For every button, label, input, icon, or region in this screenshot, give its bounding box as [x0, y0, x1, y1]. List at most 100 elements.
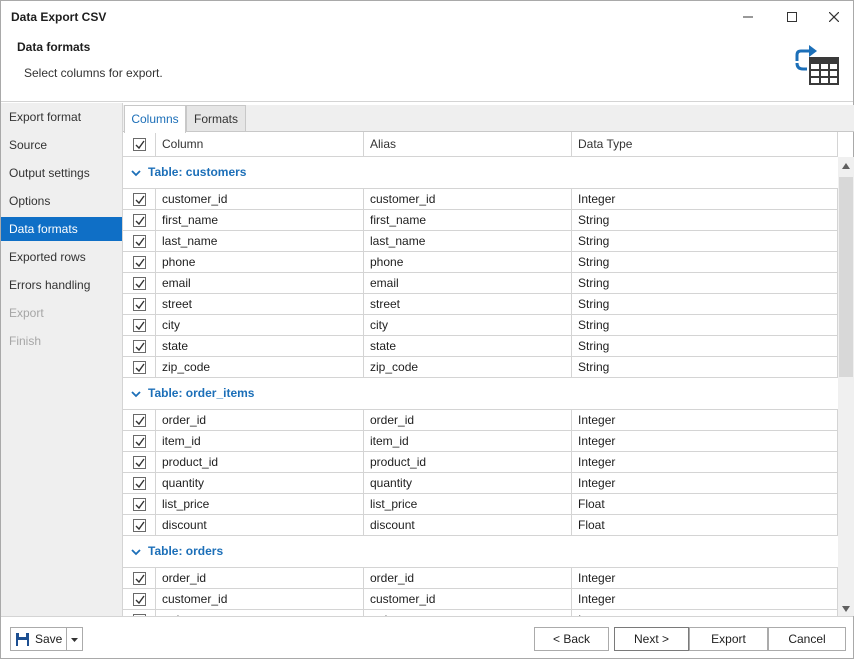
- table-row[interactable]: order_id order_id Integer: [123, 410, 838, 431]
- row-checkbox[interactable]: [133, 477, 146, 490]
- data-type-cell[interactable]: String: [572, 294, 838, 315]
- maximize-button[interactable]: [782, 7, 802, 27]
- column-cell[interactable]: city: [156, 315, 364, 336]
- data-type-cell[interactable]: String: [572, 231, 838, 252]
- sidebar-item-source[interactable]: Source: [1, 133, 122, 157]
- header-data-type[interactable]: Data Type: [572, 132, 838, 157]
- alias-cell[interactable]: last_name: [364, 231, 572, 252]
- back-button[interactable]: < Back: [534, 627, 609, 651]
- cancel-button[interactable]: Cancel: [768, 627, 846, 651]
- column-cell[interactable]: list_price: [156, 494, 364, 515]
- row-checkbox[interactable]: [133, 235, 146, 248]
- table-row[interactable]: product_id product_id Integer: [123, 452, 838, 473]
- data-type-cell[interactable]: Float: [572, 494, 838, 515]
- next-button[interactable]: Next >: [614, 627, 689, 651]
- alias-cell[interactable]: order_id: [364, 410, 572, 431]
- header-alias[interactable]: Alias: [364, 132, 572, 157]
- row-checkbox[interactable]: [133, 193, 146, 206]
- alias-cell[interactable]: email: [364, 273, 572, 294]
- data-type-cell[interactable]: Integer: [572, 473, 838, 494]
- row-checkbox[interactable]: [133, 361, 146, 374]
- row-checkbox[interactable]: [133, 319, 146, 332]
- alias-cell[interactable]: item_id: [364, 431, 572, 452]
- vertical-scrollbar[interactable]: [838, 157, 854, 616]
- chevron-down-icon[interactable]: [131, 168, 141, 178]
- row-checkbox[interactable]: [133, 298, 146, 311]
- table-row[interactable]: last_name last_name String: [123, 231, 838, 252]
- table-row[interactable]: customer_id customer_id Integer: [123, 589, 838, 610]
- chevron-down-icon[interactable]: [131, 547, 141, 557]
- row-checkbox[interactable]: [133, 593, 146, 606]
- table-row[interactable]: customer_id customer_id Integer: [123, 189, 838, 210]
- row-checkbox[interactable]: [133, 414, 146, 427]
- table-row[interactable]: street street String: [123, 294, 838, 315]
- column-cell[interactable]: last_name: [156, 231, 364, 252]
- chevron-down-icon[interactable]: [131, 389, 141, 399]
- table-row[interactable]: city city String: [123, 315, 838, 336]
- sidebar-item-data-formats[interactable]: Data formats: [1, 217, 122, 241]
- data-type-cell[interactable]: Integer: [572, 410, 838, 431]
- table-row[interactable]: phone phone String: [123, 252, 838, 273]
- alias-cell[interactable]: zip_code: [364, 357, 572, 378]
- alias-cell[interactable]: first_name: [364, 210, 572, 231]
- data-type-cell[interactable]: String: [572, 357, 838, 378]
- alias-cell[interactable]: city: [364, 315, 572, 336]
- alias-cell[interactable]: order_id: [364, 568, 572, 589]
- data-type-cell[interactable]: String: [572, 273, 838, 294]
- group-row[interactable]: Table: orders: [123, 536, 838, 568]
- column-cell[interactable]: first_name: [156, 210, 364, 231]
- alias-cell[interactable]: phone: [364, 252, 572, 273]
- column-cell[interactable]: order_id: [156, 410, 364, 431]
- column-cell[interactable]: quantity: [156, 473, 364, 494]
- column-cell[interactable]: zip_code: [156, 357, 364, 378]
- data-type-cell[interactable]: Integer: [572, 568, 838, 589]
- column-cell[interactable]: phone: [156, 252, 364, 273]
- row-checkbox[interactable]: [133, 256, 146, 269]
- select-all-checkbox[interactable]: [133, 138, 146, 151]
- alias-cell[interactable]: product_id: [364, 452, 572, 473]
- sidebar-item-export-format[interactable]: Export format: [1, 105, 122, 129]
- row-checkbox[interactable]: [133, 214, 146, 227]
- header-column[interactable]: Column: [156, 132, 364, 157]
- alias-cell[interactable]: customer_id: [364, 589, 572, 610]
- table-row[interactable]: item_id item_id Integer: [123, 431, 838, 452]
- data-type-cell[interactable]: Integer: [572, 431, 838, 452]
- save-button[interactable]: Save: [10, 627, 67, 651]
- data-type-cell[interactable]: String: [572, 315, 838, 336]
- column-cell[interactable]: street: [156, 294, 364, 315]
- column-cell[interactable]: customer_id: [156, 589, 364, 610]
- alias-cell[interactable]: street: [364, 294, 572, 315]
- table-row[interactable]: first_name first_name String: [123, 210, 838, 231]
- table-row[interactable]: state state String: [123, 336, 838, 357]
- scrollbar-thumb[interactable]: [839, 177, 853, 377]
- alias-cell[interactable]: customer_id: [364, 189, 572, 210]
- data-type-cell[interactable]: Integer: [572, 452, 838, 473]
- tab-columns[interactable]: Columns: [124, 105, 186, 133]
- column-cell[interactable]: order_id: [156, 568, 364, 589]
- table-row[interactable]: list_price list_price Float: [123, 494, 838, 515]
- data-type-cell[interactable]: Integer: [572, 589, 838, 610]
- row-checkbox[interactable]: [133, 456, 146, 469]
- minimize-button[interactable]: [738, 7, 758, 27]
- data-type-cell[interactable]: String: [572, 336, 838, 357]
- column-cell[interactable]: customer_id: [156, 189, 364, 210]
- tab-formats[interactable]: Formats: [186, 105, 246, 132]
- table-row[interactable]: zip_code zip_code String: [123, 357, 838, 378]
- data-type-cell[interactable]: Integer: [572, 189, 838, 210]
- close-button[interactable]: [824, 7, 844, 27]
- alias-cell[interactable]: discount: [364, 515, 572, 536]
- alias-cell[interactable]: list_price: [364, 494, 572, 515]
- export-button[interactable]: Export: [689, 627, 768, 651]
- table-row[interactable]: quantity quantity Integer: [123, 473, 838, 494]
- row-checkbox[interactable]: [133, 435, 146, 448]
- alias-cell[interactable]: quantity: [364, 473, 572, 494]
- row-checkbox[interactable]: [133, 519, 146, 532]
- group-row[interactable]: Table: customers: [123, 157, 838, 189]
- sidebar-item-output-settings[interactable]: Output settings: [1, 161, 122, 185]
- row-checkbox[interactable]: [133, 340, 146, 353]
- row-checkbox[interactable]: [133, 498, 146, 511]
- row-checkbox[interactable]: [133, 572, 146, 585]
- table-row[interactable]: email email String: [123, 273, 838, 294]
- data-type-cell[interactable]: String: [572, 210, 838, 231]
- sidebar-item-errors-handling[interactable]: Errors handling: [1, 273, 122, 297]
